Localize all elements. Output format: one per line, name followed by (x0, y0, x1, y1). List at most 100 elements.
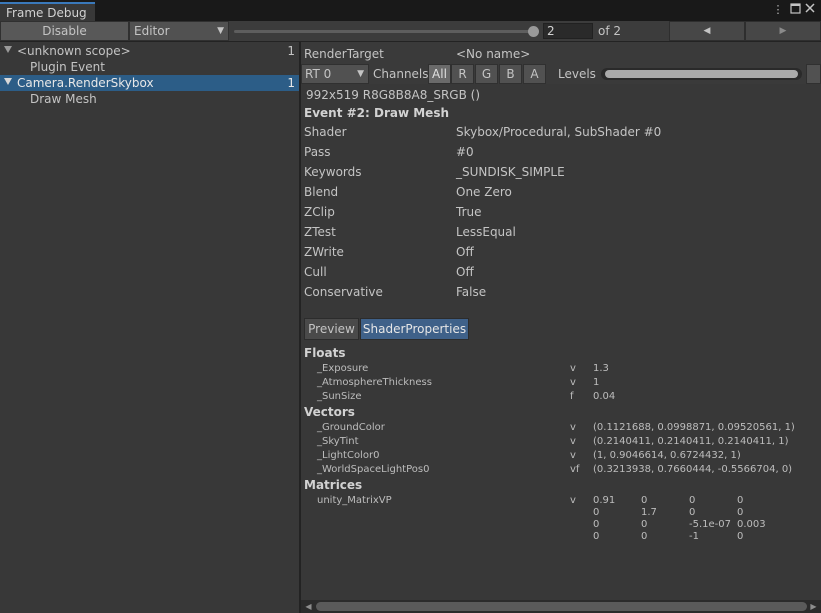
maximize-icon[interactable] (789, 3, 801, 17)
tree-item-unknown-scope[interactable]: <unknown scope> 1 (0, 43, 299, 59)
float-stage: v (570, 377, 576, 388)
foldout-expanded-icon[interactable] (4, 46, 12, 53)
float-stage: f (570, 391, 574, 402)
previous-event-button[interactable]: ◀ (669, 21, 745, 41)
matrix-cell: 0 (737, 531, 744, 542)
vector-name: _SkyTint (317, 436, 359, 447)
scroll-right-icon[interactable]: ▶ (807, 600, 820, 613)
event-index-field[interactable]: 2 (543, 23, 593, 39)
prop-value-cull: Off (456, 265, 474, 279)
disable-button[interactable]: Disable (0, 21, 129, 41)
rt-dropdown[interactable]: RT 0 ▼ (301, 64, 369, 84)
float-value: 1.3 (593, 363, 609, 374)
levels-extra-button[interactable] (806, 64, 821, 84)
levels-range[interactable] (605, 70, 798, 78)
floats-section-title: Floats (304, 346, 346, 360)
vector-name: _WorldSpaceLightPos0 (317, 464, 430, 475)
prop-label-ztest: ZTest (304, 225, 336, 239)
chevron-down-icon: ▼ (357, 69, 364, 79)
matrix-stage: v (570, 495, 576, 506)
event-tree-panel (0, 42, 299, 613)
event-slider[interactable] (234, 30, 534, 33)
prop-value-conservative: False (456, 285, 487, 299)
matrix-cell: 0 (689, 495, 696, 506)
tab-shader-properties[interactable]: ShaderProperties (360, 318, 469, 340)
prop-label-keywords: Keywords (304, 165, 362, 179)
rt-dropdown-value: RT 0 (305, 67, 332, 81)
prop-value-shader: Skybox/Procedural, SubShader #0 (456, 125, 662, 139)
channel-r-button[interactable]: R (451, 64, 474, 84)
event-total-label: of 2 (598, 24, 622, 38)
triangle-right-icon: ▶ (779, 26, 787, 36)
close-icon[interactable] (804, 3, 816, 17)
float-value: 1 (593, 377, 600, 388)
channel-all-button[interactable]: All (428, 64, 451, 84)
vector-name: _LightColor0 (317, 450, 380, 461)
float-value: 0.04 (593, 391, 616, 402)
prop-value-zwrite: Off (456, 245, 474, 259)
prop-label-cull: Cull (304, 265, 327, 279)
channel-g-button[interactable]: G (475, 64, 498, 84)
vector-stage: v (570, 422, 576, 433)
tree-item-label: Plugin Event (30, 60, 105, 74)
matrix-name: unity_MatrixVP (317, 495, 392, 506)
channels-label: Channels (373, 67, 429, 81)
matrix-cell: 0 (593, 507, 600, 518)
scroll-left-icon[interactable]: ◀ (302, 600, 315, 613)
prop-value-ztest: LessEqual (456, 225, 516, 239)
matrix-cell: 0.003 (737, 519, 766, 530)
tree-item-count: 1 (287, 76, 295, 90)
prop-value-zclip: True (456, 205, 482, 219)
vector-name: _GroundColor (317, 422, 385, 433)
vector-value: (0.1121688, 0.0998871, 0.09520561, 1) (593, 422, 795, 433)
kebab-menu-icon[interactable]: ⋮ (772, 3, 784, 17)
texture-format: 992x519 R8G8B8A8_SRGB () (306, 88, 481, 102)
matrix-cell: 0 (737, 495, 744, 506)
prop-label-shader: Shader (304, 125, 347, 139)
tree-item-draw-mesh[interactable]: Draw Mesh (0, 91, 299, 107)
next-event-button[interactable]: ▶ (745, 21, 821, 41)
matrix-cell: 0 (737, 507, 744, 518)
tab-preview[interactable]: Preview (304, 318, 359, 340)
frame-debug-tab[interactable]: Frame Debug (0, 2, 95, 21)
target-dropdown[interactable]: Editor ▼ (129, 21, 229, 41)
channel-a-button[interactable]: A (523, 64, 546, 84)
render-target-value: <No name> (456, 47, 531, 61)
prop-label-zwrite: ZWrite (304, 245, 344, 259)
channel-b-button[interactable]: B (499, 64, 522, 84)
chevron-down-icon: ▼ (217, 26, 224, 36)
matrices-section-title: Matrices (304, 478, 363, 492)
matrix-cell: -5.1e-07 (689, 519, 731, 530)
vector-value: (0.2140411, 0.2140411, 0.2140411, 1) (593, 436, 789, 447)
target-dropdown-value: Editor (134, 24, 170, 38)
prop-label-conservative: Conservative (304, 285, 383, 299)
matrix-cell: 0 (593, 531, 600, 542)
foldout-expanded-icon[interactable] (4, 78, 12, 85)
matrix-cell: 1.7 (641, 507, 657, 518)
tab-title: Frame Debug (6, 6, 87, 20)
horizontal-scrollbar-thumb[interactable] (316, 602, 807, 611)
matrix-cell: 0 (593, 519, 600, 530)
vector-value: (0.3213938, 0.7660444, -0.5566704, 0) (593, 464, 793, 475)
prop-value-keywords: _SUNDISK_SIMPLE (456, 165, 565, 179)
vectors-section-title: Vectors (304, 405, 355, 419)
tree-item-label: Draw Mesh (30, 92, 97, 106)
matrix-cell: 0.91 (593, 495, 616, 506)
title-bar (0, 0, 821, 21)
levels-label: Levels (558, 67, 596, 81)
matrix-cell: 0 (641, 495, 648, 506)
float-name: _AtmosphereThickness (317, 377, 432, 388)
tree-item-plugin-event[interactable]: Plugin Event (0, 59, 299, 75)
matrix-cell: -1 (689, 531, 699, 542)
event-slider-thumb[interactable] (528, 26, 539, 37)
prop-label-pass: Pass (304, 145, 331, 159)
matrix-cell: 0 (641, 519, 648, 530)
prop-label-blend: Blend (304, 185, 339, 199)
tree-item-camera-renderskybox[interactable]: Camera.RenderSkybox 1 (0, 75, 299, 91)
vector-value: (1, 0.9046614, 0.6724432, 1) (593, 450, 741, 461)
matrix-cell: 0 (641, 531, 648, 542)
prop-value-pass: #0 (456, 145, 474, 159)
vector-stage: v (570, 450, 576, 461)
float-name: _Exposure (317, 363, 369, 374)
tree-item-label: <unknown scope> (17, 44, 131, 58)
